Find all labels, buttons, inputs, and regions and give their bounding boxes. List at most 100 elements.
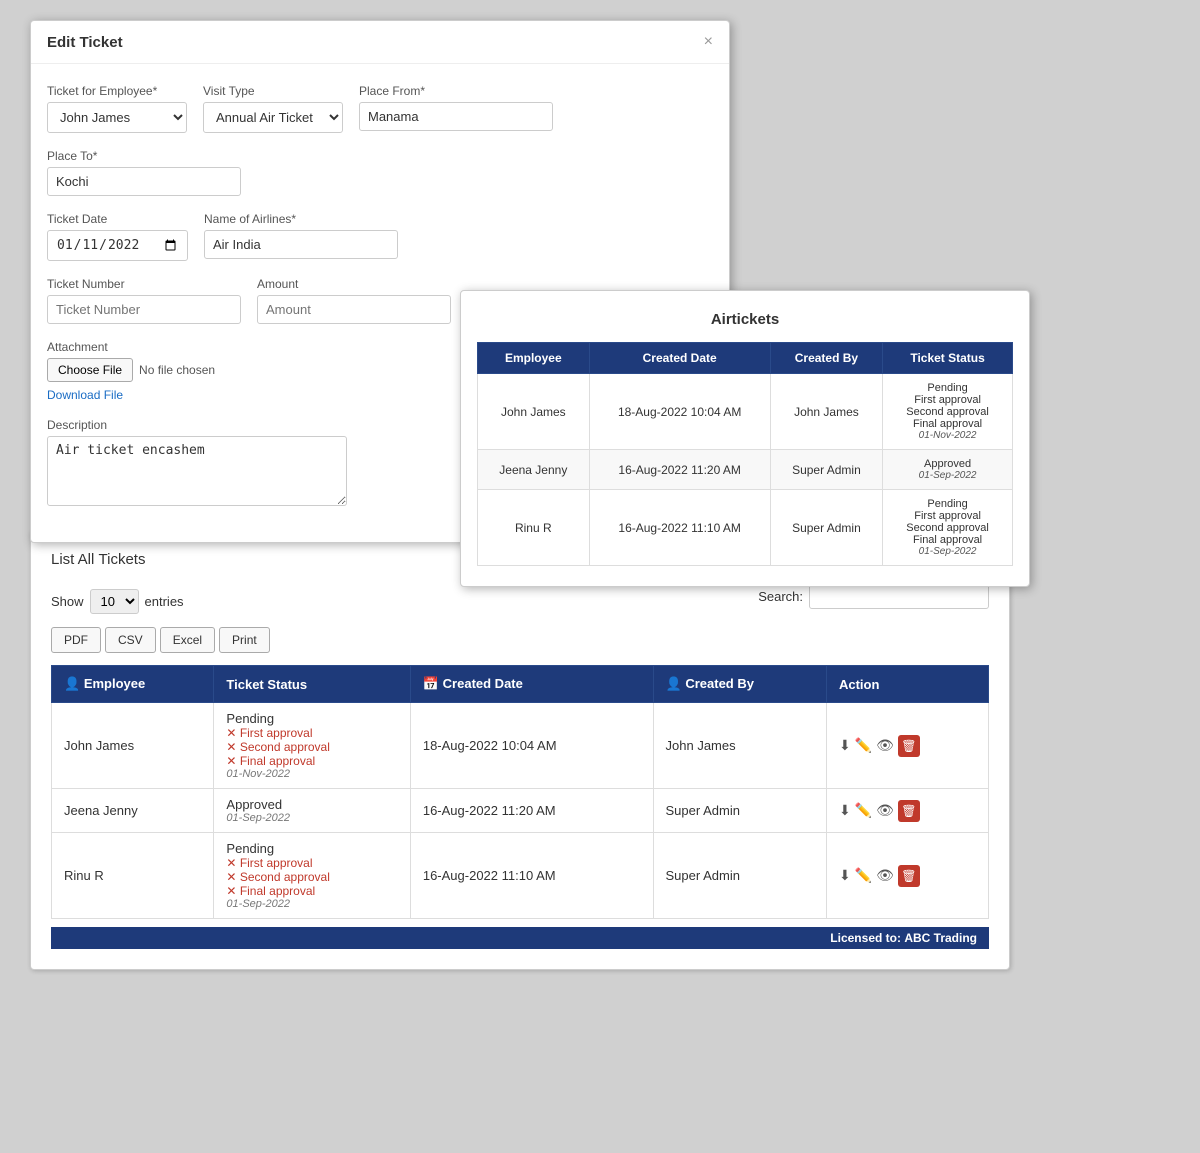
th-created-by: 👤 Created By [653, 666, 826, 703]
form-row-2: Ticket Date Name of Airlines* [47, 212, 713, 261]
entries-select[interactable]: 10 25 50 [90, 589, 139, 614]
modal-title: Edit Ticket [47, 34, 123, 51]
search-input[interactable] [809, 584, 989, 609]
ticket-date-input[interactable] [47, 230, 188, 261]
download-file-link[interactable]: Download File [47, 388, 215, 402]
edit-icon[interactable]: ✏️ [855, 802, 872, 819]
data-table-header-row: 👤 Employee Ticket Status 📅 Created Date … [52, 666, 989, 703]
row-ticket-status: PendingFirst approvalSecond approvalFina… [214, 703, 410, 789]
table-row: John James PendingFirst approvalSecond a… [52, 703, 989, 789]
form-row-1: Ticket for Employee* John James Visit Ty… [47, 84, 713, 196]
visit-type-group: Visit Type Annual Air Ticket [203, 84, 343, 133]
row-action: ⬇ ✏️ 👁 🗑 [826, 833, 988, 919]
airtickets-th-ticket-status: Ticket Status [883, 343, 1013, 374]
visit-type-select[interactable]: Annual Air Ticket [203, 102, 343, 133]
list-all-label: List All [51, 551, 94, 568]
amount-group: Amount [257, 277, 451, 324]
row-created-by: John James [653, 703, 826, 789]
airtickets-th-created-date: Created Date [589, 343, 770, 374]
csv-button[interactable]: CSV [105, 627, 156, 653]
view-icon[interactable]: 👁 [876, 802, 894, 819]
airtickets-th-employee: Employee [478, 343, 590, 374]
amount-input[interactable] [257, 295, 451, 324]
list-panel: List All Tickets Show 10 25 50 entries S… [30, 530, 1010, 970]
row-ticket-status: Approved01-Sep-2022 [214, 789, 410, 833]
row-action: ⬇ ✏️ 👁 🗑 [826, 703, 988, 789]
tickets-label: Tickets [99, 551, 146, 568]
airtickets-title: Airtickets [477, 311, 1013, 328]
airtickets-ticket-status: Approved01-Sep-2022 [883, 450, 1013, 490]
place-from-input[interactable] [359, 102, 553, 131]
th-action: Action [826, 666, 988, 703]
modal-header: Edit Ticket × [31, 21, 729, 64]
airtickets-created-by: John James [770, 374, 882, 450]
ticket-employee-group: Ticket for Employee* John James [47, 84, 187, 133]
export-buttons: PDF CSV Excel Print [51, 627, 989, 653]
th-employee: 👤 Employee [52, 666, 214, 703]
view-icon[interactable]: 👁 [876, 737, 894, 754]
ticket-employee-select[interactable]: John James [47, 102, 187, 133]
search-label: Search: [758, 589, 803, 604]
row-created-by: Super Admin [653, 789, 826, 833]
attachment-row: Choose File No file chosen [47, 358, 215, 382]
airtickets-header-row: Employee Created Date Created By Ticket … [478, 343, 1013, 374]
action-icons: ⬇ ✏️ 👁 🗑 [839, 800, 976, 822]
row-created-date: 16-Aug-2022 11:10 AM [410, 833, 653, 919]
airtickets-created-date: 18-Aug-2022 10:04 AM [589, 374, 770, 450]
view-icon[interactable]: 👁 [876, 867, 894, 884]
ticket-number-group: Ticket Number [47, 277, 241, 324]
description-textarea[interactable] [47, 436, 347, 506]
airtickets-table: Employee Created Date Created By Ticket … [477, 342, 1013, 566]
download-icon[interactable]: ⬇ [839, 802, 851, 819]
pdf-button[interactable]: PDF [51, 627, 101, 653]
excel-button[interactable]: Excel [160, 627, 215, 653]
download-icon[interactable]: ⬇ [839, 737, 851, 754]
ticket-date-group: Ticket Date [47, 212, 188, 261]
row-action: ⬇ ✏️ 👁 🗑 [826, 789, 988, 833]
delete-button[interactable]: 🗑 [898, 735, 920, 757]
attachment-label: Attachment [47, 340, 215, 354]
no-file-label: No file chosen [139, 363, 215, 377]
row-created-date: 18-Aug-2022 10:04 AM [410, 703, 653, 789]
modal-close-button[interactable]: × [704, 33, 713, 51]
row-employee: John James [52, 703, 214, 789]
licensed-bar: Licensed to: ABC Trading [51, 927, 989, 949]
th-created-date: 📅 Created Date [410, 666, 653, 703]
airtickets-ticket-status: PendingFirst approvalSecond approvalFina… [883, 374, 1013, 450]
row-created-date: 16-Aug-2022 11:20 AM [410, 789, 653, 833]
row-created-by: Super Admin [653, 833, 826, 919]
airtickets-th-created-by: Created By [770, 343, 882, 374]
airtickets-popup: Airtickets Employee Created Date Created… [460, 290, 1030, 587]
show-entries: Show 10 25 50 entries [51, 589, 184, 614]
row-employee: Rinu R [52, 833, 214, 919]
data-table: 👤 Employee Ticket Status 📅 Created Date … [51, 665, 989, 919]
licensed-label: Licensed to: [830, 931, 901, 945]
person-icon: 👤 [64, 676, 84, 691]
download-icon[interactable]: ⬇ [839, 867, 851, 884]
place-from-label: Place From* [359, 84, 553, 98]
print-button[interactable]: Print [219, 627, 270, 653]
place-to-input[interactable] [47, 167, 241, 196]
edit-icon[interactable]: ✏️ [855, 867, 872, 884]
calendar-icon: 📅 [423, 676, 443, 691]
airtickets-ticket-status: PendingFirst approvalSecond approvalFina… [883, 490, 1013, 566]
attachment-group: Attachment Choose File No file chosen Do… [47, 340, 215, 402]
delete-button[interactable]: 🗑 [898, 800, 920, 822]
action-icons: ⬇ ✏️ 👁 🗑 [839, 735, 976, 757]
action-icons: ⬇ ✏️ 👁 🗑 [839, 865, 976, 887]
delete-button[interactable]: 🗑 [898, 865, 920, 887]
airlines-input[interactable] [204, 230, 398, 259]
ticket-date-label: Ticket Date [47, 212, 188, 226]
licensed-name: ABC Trading [904, 931, 977, 945]
ticket-number-input[interactable] [47, 295, 241, 324]
airtickets-employee: Rinu R [478, 490, 590, 566]
airtickets-row: Rinu R 16-Aug-2022 11:10 AM Super Admin … [478, 490, 1013, 566]
choose-file-button[interactable]: Choose File [47, 358, 133, 382]
search-row: Search: [758, 584, 989, 609]
controls-row: Show 10 25 50 entries Search: [51, 584, 989, 619]
airtickets-created-date: 16-Aug-2022 11:10 AM [589, 490, 770, 566]
edit-icon[interactable]: ✏️ [855, 737, 872, 754]
amount-label: Amount [257, 277, 451, 291]
row-employee: Jeena Jenny [52, 789, 214, 833]
description-group: Description [47, 418, 347, 506]
